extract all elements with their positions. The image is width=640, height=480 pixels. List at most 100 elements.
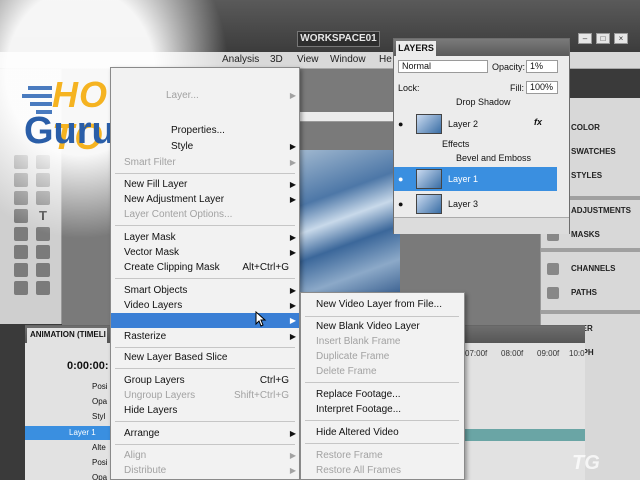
effect-bevel-emboss[interactable]: Bevel and Emboss — [394, 153, 557, 165]
menu-separator — [115, 444, 295, 445]
track-opacity[interactable]: Opa — [25, 395, 110, 409]
menu-item-new-video-layer-from-file[interactable]: New Video Layer from File... — [301, 297, 464, 312]
menu-item-label: Hide Altered Video — [316, 427, 399, 438]
menu-view[interactable]: View — [297, 54, 319, 65]
panel-paths[interactable]: PATHS — [541, 282, 640, 304]
logo-stripe — [30, 102, 52, 106]
menu-item-new-adjustment-layer[interactable]: New Adjustment Layer ▶ — [111, 192, 299, 207]
menu-item-label: New Adjustment Layer — [124, 194, 225, 205]
track-opacity[interactable]: Opa — [25, 471, 110, 480]
menu-item-align[interactable]: Align ▶ — [111, 448, 299, 463]
panel-paths-label: PATHS — [571, 288, 597, 297]
menu-separator — [305, 316, 459, 317]
menu-item-layer-mask[interactable]: Layer Mask ▶ — [111, 230, 299, 245]
menu-item-create-clipping-mask[interactable]: Create Clipping Mask Alt+Ctrl+G — [111, 260, 299, 275]
menu-item-arrange[interactable]: Arrange ▶ — [111, 426, 299, 441]
menu-item-label: Replace Footage... — [316, 389, 401, 400]
zoom-tool-icon[interactable] — [36, 281, 50, 295]
menu-item-new-blank-video-layer[interactable]: New Blank Video Layer — [301, 319, 464, 334]
menu-item-label: Smart Filter — [124, 157, 176, 168]
layers-tab[interactable]: LAYERS — [396, 41, 436, 56]
menu-item-label: Distribute — [124, 465, 167, 476]
visibility-eye-icon[interactable]: ● — [398, 174, 403, 184]
menu-item-label: New Blank Video Layer — [316, 321, 420, 332]
current-time-display: 0:00:00: — [67, 360, 109, 372]
3d-orbit-tool-icon[interactable] — [36, 245, 50, 259]
menu-separator — [305, 443, 459, 444]
layer-duration-bar[interactable] — [465, 429, 585, 441]
effects-label: Effects — [442, 139, 470, 149]
menu-item-vector-mask[interactable]: Vector Mask ▶ — [111, 245, 299, 260]
mouse-pointer-icon — [255, 311, 267, 327]
track-position[interactable]: Posi — [25, 456, 110, 470]
menu-item-new-layer-based-slice[interactable]: New Layer Based Slice — [111, 350, 299, 365]
layer-row-layer2[interactable]: ● Layer 2 fx — [394, 111, 557, 137]
submenu-arrow-icon: ▶ — [289, 332, 296, 341]
submenu-arrow-icon: ▶ — [289, 466, 296, 475]
menu-item-layer-style[interactable]: Style ▶ — [111, 139, 299, 154]
menu-item-label: Properties... — [171, 125, 225, 136]
track-position[interactable]: Posi — [25, 380, 110, 394]
menu-help[interactable]: He — [379, 54, 392, 65]
close-button[interactable]: × — [614, 33, 628, 44]
menu-item-ungroup-layers[interactable]: Ungroup Layers Shift+Ctrl+G — [111, 388, 299, 403]
panel-divider — [541, 248, 640, 252]
menu-item-layer-content-options[interactable]: Layer Content Options... — [111, 207, 299, 222]
visibility-eye-icon[interactable]: ● — [398, 199, 403, 209]
menu-item-layer-partial[interactable]: Layer... ▶ — [111, 88, 299, 103]
menu-item-restore-all-frames[interactable]: Restore All Frames — [301, 463, 464, 478]
menu-item-group-layers[interactable]: Group Layers Ctrl+G — [111, 373, 299, 388]
track-style[interactable]: Styl — [25, 410, 110, 424]
menu-item-hide-altered-video[interactable]: Hide Altered Video — [301, 425, 464, 440]
menu-item-rasterize[interactable]: Rasterize ▶ — [111, 329, 299, 344]
menu-item-video-layers[interactable]: Video Layers ▶ — [111, 298, 299, 313]
menu-item-delete-frame[interactable]: Delete Frame — [301, 364, 464, 379]
document-canvas[interactable] — [300, 150, 400, 300]
panel-color-label: COLOR — [571, 123, 600, 132]
menu-item-hide-layers[interactable]: Hide Layers — [111, 403, 299, 418]
layer-row-layer3[interactable]: ● Layer 3 — [394, 193, 557, 215]
pencil-tool-icon[interactable] — [36, 263, 50, 277]
menu-item-distribute[interactable]: Distribute ▶ — [111, 463, 299, 478]
menu-item-insert-blank-frame[interactable]: Insert Blank Frame — [301, 334, 464, 349]
menu-item-interpret-footage[interactable]: Interpret Footage... — [301, 402, 464, 417]
maximize-button[interactable]: □ — [596, 33, 610, 44]
menu-separator — [115, 278, 295, 279]
layers-panel-header: LAYERS — [394, 39, 569, 56]
ruler — [300, 112, 395, 122]
menu-item-new-fill-layer[interactable]: New Fill Layer ▶ — [111, 177, 299, 192]
menu-item-restore-frame[interactable]: Restore Frame — [301, 448, 464, 463]
visibility-eye-icon[interactable]: ● — [398, 119, 403, 129]
menu-item-properties[interactable]: Properties... — [111, 123, 299, 138]
tick-label: 09:00f — [537, 349, 560, 358]
channels-icon — [547, 263, 559, 275]
track-layer1[interactable]: Layer 1 — [25, 426, 110, 440]
submenu-arrow-icon: ▶ — [289, 451, 296, 460]
layer-row-layer1[interactable]: ● Layer 1 — [394, 167, 557, 191]
3d-rotate-tool-icon[interactable] — [14, 245, 28, 259]
animation-tab[interactable]: ANIMATION (TIMELI — [27, 328, 107, 343]
menu-item-type-highlighted[interactable]: ▶ — [111, 313, 299, 328]
eyedropper-tool-icon[interactable] — [14, 263, 28, 277]
fill-field[interactable]: 100% — [526, 81, 558, 94]
menu-item-duplicate-frame[interactable]: Duplicate Frame — [301, 349, 464, 364]
minimize-button[interactable]: – — [578, 33, 592, 44]
submenu-arrow-icon: ▶ — [289, 91, 296, 100]
opacity-field[interactable]: 1% — [526, 60, 558, 73]
menu-item-label: Rasterize — [124, 331, 167, 342]
time-ruler[interactable]: 07:00f 08:00f 09:00f 10:0 — [465, 349, 585, 361]
menu-item-smart-filter[interactable]: Smart Filter ▶ — [111, 155, 299, 170]
panel-channels[interactable]: CHANNELS — [541, 258, 640, 280]
menu-item-replace-footage[interactable]: Replace Footage... — [301, 387, 464, 402]
effects-group[interactable]: Effects — [394, 139, 557, 151]
hand-tool-icon[interactable] — [14, 281, 28, 295]
lock-label: Lock: — [398, 83, 420, 93]
track-altered-video[interactable]: Alte — [25, 441, 110, 455]
effect-drop-shadow[interactable]: Drop Shadow — [394, 97, 557, 109]
menu-window[interactable]: Window — [330, 54, 366, 65]
workspace-switcher[interactable]: WORKSPACE01 — [297, 31, 380, 47]
menu-item-smart-objects[interactable]: Smart Objects ▶ — [111, 283, 299, 298]
blend-mode-select[interactable]: Normal — [398, 60, 488, 73]
submenu-arrow-icon: ▶ — [289, 233, 296, 242]
menu-3d[interactable]: 3D — [270, 54, 283, 65]
